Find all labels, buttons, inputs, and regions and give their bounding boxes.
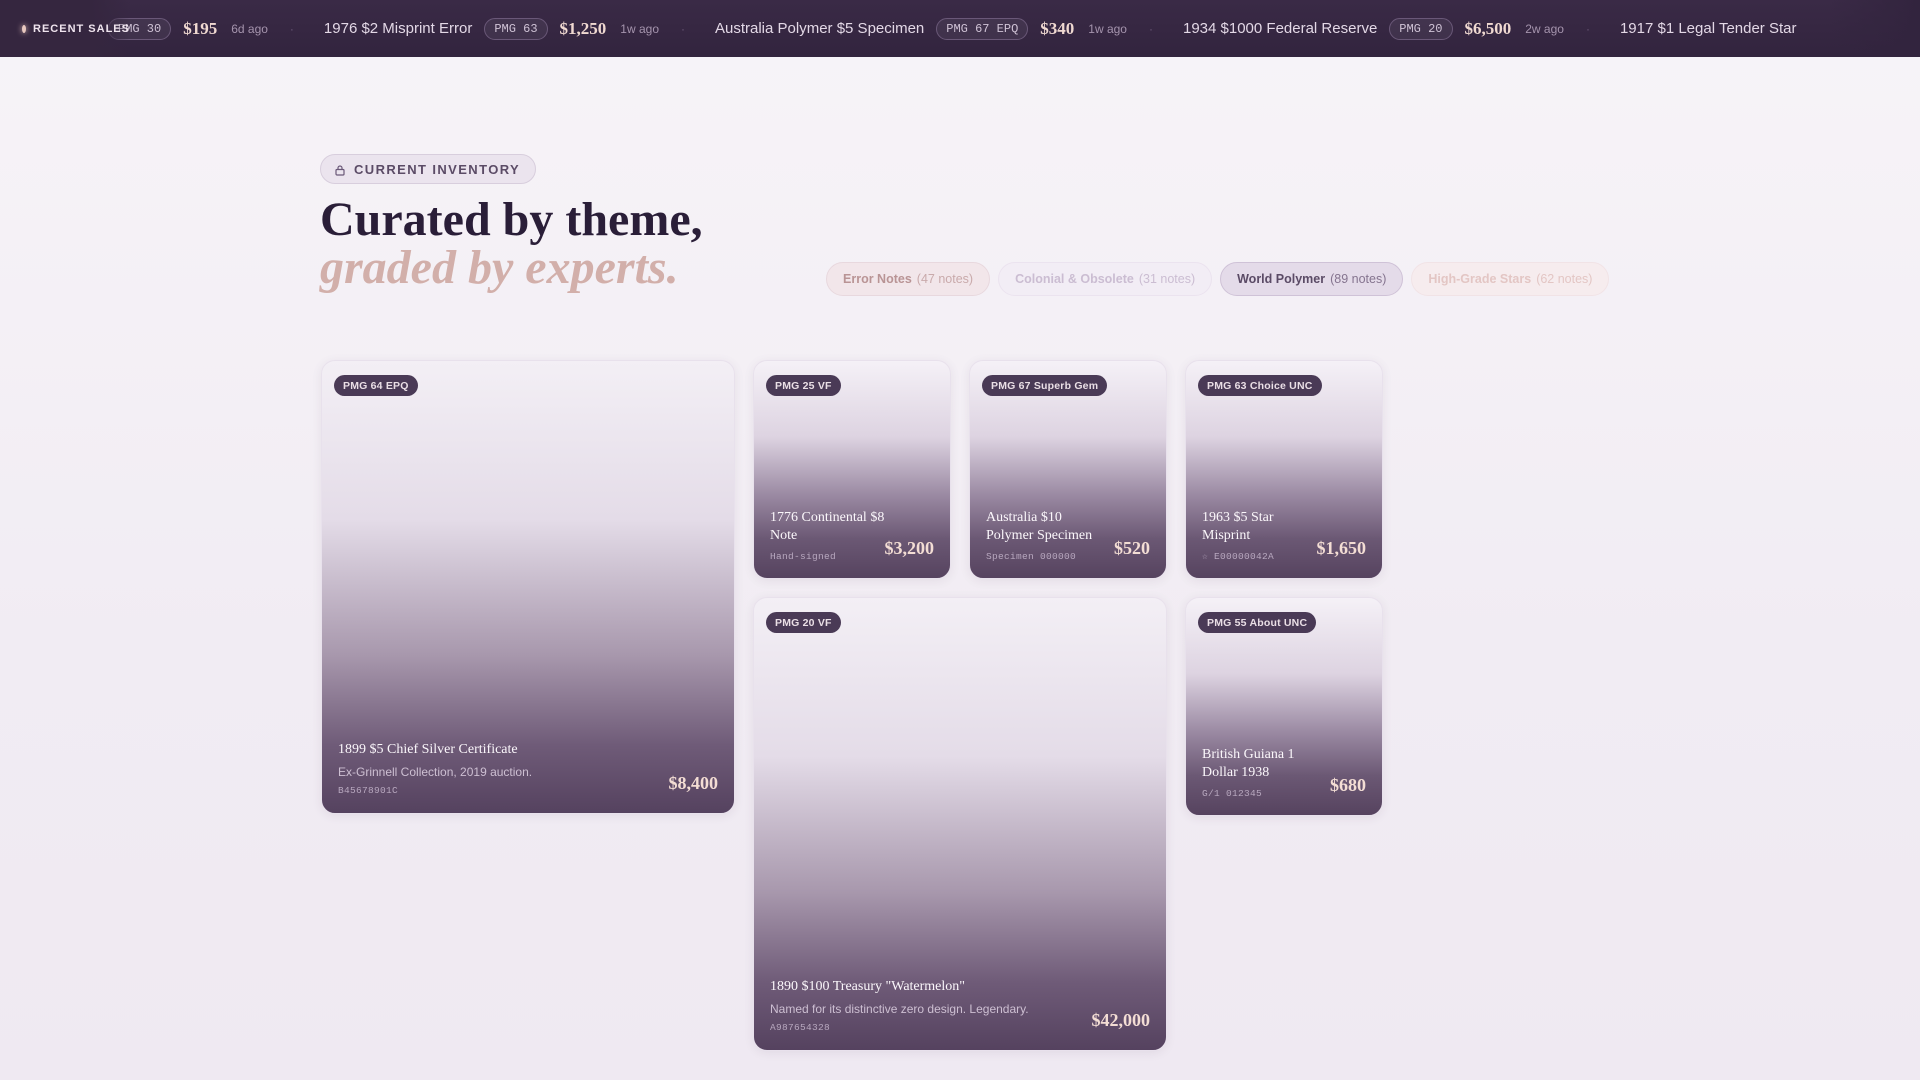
filter-chip-label: Error Notes xyxy=(843,272,912,286)
recent-sales-ticker: PMG 30 $195 6d ago · 1976 $2 Misprint Er… xyxy=(0,0,1920,57)
note-card[interactable]: PMG 67 Superb Gem Australia $10 Polymer … xyxy=(969,360,1167,579)
ticker-item-time: 2w ago xyxy=(1525,21,1564,36)
note-card[interactable]: PMG 64 EPQ 1899 $5 Chief Silver Certific… xyxy=(321,360,735,814)
card-title: Australia $10 Polymer Specimen xyxy=(986,510,1093,543)
ticker-item-time: 1w ago xyxy=(620,21,659,36)
headline-line-1: Curated by theme, xyxy=(320,193,703,246)
ticker-item[interactable]: Australia Polymer $5 Specimen PMG 67 EPQ… xyxy=(715,0,1183,57)
filter-chip-high-grade-stars[interactable]: High-Grade Stars (62 notes) xyxy=(1411,262,1610,296)
grade-badge: PMG 63 Choice UNC xyxy=(1198,375,1322,396)
live-dot-icon xyxy=(22,24,27,33)
ticker-separator: · xyxy=(1148,21,1153,36)
ticker-track: PMG 30 $195 6d ago · 1976 $2 Misprint Er… xyxy=(108,0,1808,57)
lock-icon xyxy=(334,163,346,176)
card-serial: Hand-signed xyxy=(770,551,837,562)
ticker-item-name: Australia Polymer $5 Specimen xyxy=(715,20,925,37)
card-price: $680 xyxy=(1330,775,1366,795)
filter-chip-world-polymer[interactable]: World Polymer (89 notes) xyxy=(1220,262,1404,296)
filter-chip-error-notes[interactable]: Error Notes (47 notes) xyxy=(826,262,991,296)
section-label: CURRENT INVENTORY xyxy=(354,161,521,177)
card-title: 1890 $100 Treasury "Watermelon" xyxy=(770,979,966,994)
card-title: 1776 Continental $8 Note xyxy=(770,510,885,543)
filter-chip-colonial-obsolete[interactable]: Colonial & Obsolete (31 notes) xyxy=(998,262,1213,296)
note-card[interactable]: PMG 63 Choice UNC 1963 $5 Star Misprint … xyxy=(1185,360,1383,579)
card-price: $3,200 xyxy=(884,538,935,558)
grade-badge: PMG 64 EPQ xyxy=(334,375,418,396)
headline-line-2: graded by experts. xyxy=(320,241,679,294)
ticker-badge: RECENT SALES xyxy=(0,0,130,57)
ticker-item-price: $1,250 xyxy=(559,18,607,38)
ticker-item-grade: PMG 20 xyxy=(1389,17,1453,40)
card-title: British Guiana 1 Dollar 1938 xyxy=(1202,747,1295,780)
page-title: Curated by theme, graded by experts. xyxy=(320,196,703,292)
ticker-item[interactable]: 1976 $2 Misprint Error PMG 63 $1,250 1w … xyxy=(324,0,715,57)
note-card[interactable]: PMG 55 About UNC British Guiana 1 Dollar… xyxy=(1185,597,1383,816)
card-price: $42,000 xyxy=(1091,1010,1151,1030)
card-serial: B45678901C xyxy=(338,785,399,796)
ticker-item[interactable]: 1934 $1000 Federal Reserve PMG 20 $6,500… xyxy=(1183,0,1620,57)
ticker-item-price: $6,500 xyxy=(1464,18,1512,38)
filter-chip-label: World Polymer xyxy=(1237,272,1326,286)
card-price: $1,650 xyxy=(1316,538,1367,558)
card-description: Ex-Grinnell Collection, 2019 auction. xyxy=(338,765,533,779)
card-price: $520 xyxy=(1114,538,1150,558)
theme-filter-chips: Error Notes (47 notes) Colonial & Obsole… xyxy=(826,262,1610,296)
card-serial: A987654328 xyxy=(770,1022,831,1033)
ticker-item-grade: PMG 67 EPQ xyxy=(936,17,1029,40)
ticker-item-name: 1917 $1 Legal Tender Star xyxy=(1619,20,1797,37)
filter-chip-count: (31 notes) xyxy=(1138,272,1196,286)
ticker-item-price: $195 xyxy=(183,18,218,38)
filter-chip-count: (62 notes) xyxy=(1536,272,1593,286)
grade-badge: PMG 25 VF xyxy=(766,375,841,396)
ticker-fade xyxy=(1830,0,1920,57)
card-title: 1899 $5 Chief Silver Certificate xyxy=(338,742,518,757)
ticker-item-time: 1w ago xyxy=(1088,21,1127,36)
ticker-item-time: 6d ago xyxy=(231,21,268,36)
ticker-label: RECENT SALES xyxy=(33,22,130,35)
ticker-separator: · xyxy=(681,21,685,36)
filter-chip-count: (47 notes) xyxy=(916,272,974,286)
ticker-item-price: $340 xyxy=(1040,18,1075,38)
grade-badge: PMG 55 About UNC xyxy=(1198,612,1317,633)
filter-chip-count: (89 notes) xyxy=(1330,272,1387,286)
filter-chip-label: High-Grade Stars xyxy=(1428,272,1532,286)
grade-badge: PMG 67 Superb Gem xyxy=(982,375,1108,396)
ticker-separator: · xyxy=(289,21,294,36)
note-card[interactable]: PMG 25 VF 1776 Continental $8 Note Hand-… xyxy=(753,360,951,579)
card-description: Named for its distinctive zero design. L… xyxy=(770,1002,1029,1016)
grade-badge: PMG 20 VF xyxy=(766,612,841,633)
filter-chip-label: Colonial & Obsolete xyxy=(1015,272,1134,286)
note-card[interactable]: PMG 20 VF 1890 $100 Treasury "Watermelon… xyxy=(753,597,1167,1051)
card-serial: ☆ E00000042A xyxy=(1202,551,1275,562)
section-label-pill: CURRENT INVENTORY xyxy=(320,154,537,184)
card-serial: G/1 012345 xyxy=(1202,788,1263,799)
ticker-item-grade: PMG 63 xyxy=(484,17,548,40)
card-serial: Specimen 000000 xyxy=(986,551,1077,562)
card-title: 1963 $5 Star Misprint xyxy=(1202,510,1274,543)
ticker-separator: · xyxy=(1585,21,1590,36)
ticker-item[interactable]: 1917 $1 Legal Tender Star xyxy=(1620,0,1809,57)
ticker-item-name: 1976 $2 Misprint Error xyxy=(323,20,473,37)
card-price: $8,400 xyxy=(668,773,719,793)
ticker-item[interactable]: PMG 30 $195 6d ago · xyxy=(108,0,324,57)
ticker-item-name: 1934 $1000 Federal Reserve xyxy=(1182,20,1378,37)
